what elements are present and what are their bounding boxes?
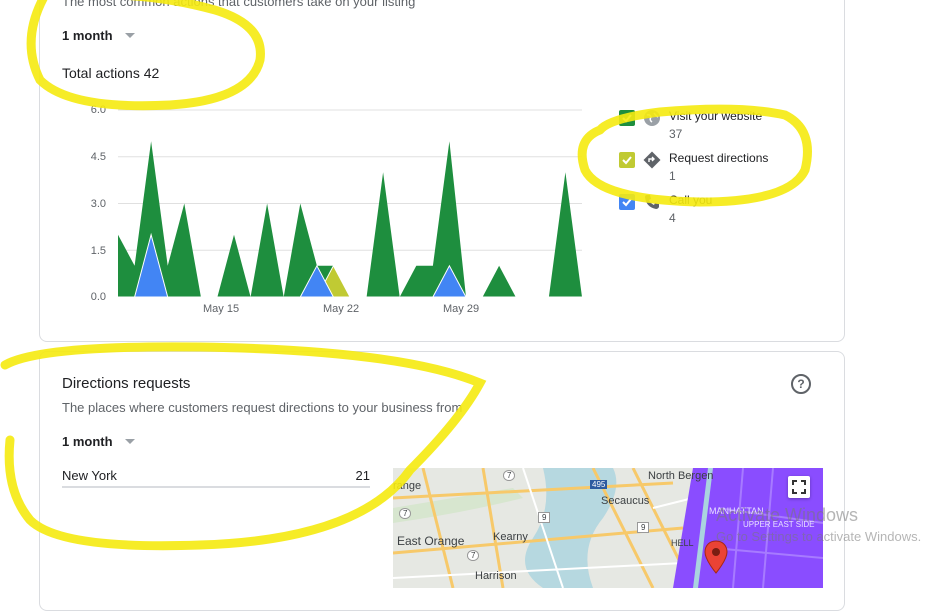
help-icon[interactable]: ? [791, 374, 811, 394]
map-label: HELL [671, 538, 694, 548]
y-tick-label: 0.0 [90, 291, 106, 303]
activation-watermark-subtitle: Go to Settings to activate Windows. [716, 529, 922, 544]
actions-period-dropdown[interactable]: 1 month [62, 28, 135, 43]
activation-watermark-title: Activate Windows [716, 505, 859, 525]
legend-item-calls[interactable]: Call you 4 [619, 193, 712, 225]
legend-count: 37 [669, 127, 683, 141]
map-label: Harrison [475, 570, 517, 582]
checkbox-checked-icon[interactable] [619, 152, 635, 168]
actions-period-label: 1 month [62, 28, 113, 43]
place-row[interactable]: New York 21 [62, 468, 370, 488]
total-actions: Total actions 42 [62, 65, 160, 81]
y-tick-label: 4.5 [90, 151, 106, 163]
directions-map[interactable]: North Bergen Secaucus East Orange Kearny… [393, 468, 823, 588]
legend-label: Call you [669, 193, 713, 207]
caret-down-icon [124, 33, 135, 38]
legend-label: Request directions [669, 151, 769, 165]
road-shield: 495 [590, 480, 608, 489]
road-shield: 9 [637, 522, 650, 533]
x-tick-label: May 22 [323, 303, 360, 315]
y-tick-label: 3.0 [90, 198, 106, 210]
directions-subtitle: The places where customers request direc… [62, 400, 463, 415]
legend-count: 4 [669, 211, 676, 225]
globe-icon [643, 109, 661, 127]
map-label: North Bergen [648, 470, 714, 482]
map-label: Secaucus [601, 495, 650, 507]
fullscreen-button[interactable] [788, 476, 810, 498]
fullscreen-icon [792, 480, 806, 494]
legend-label: Visit your website [669, 109, 763, 123]
directions-title: Directions requests [62, 375, 191, 392]
actions-chart [118, 109, 582, 298]
y-tick-label: 6.0 [90, 104, 106, 116]
legend-item-website[interactable]: Visit your website 37 [619, 109, 762, 141]
series-area-visit-your-website [118, 141, 582, 297]
x-tick-label: May 15 [203, 303, 240, 315]
directions-icon [643, 151, 661, 169]
legend-count: 1 [669, 169, 676, 183]
actions-subtitle: The most common actions that customers t… [62, 0, 416, 9]
directions-period-dropdown[interactable]: 1 month [62, 434, 135, 449]
map-label: Kearny [493, 531, 528, 543]
road-shield: 9 [538, 512, 551, 523]
map-pin-icon[interactable] [704, 540, 728, 574]
caret-down-icon [124, 439, 135, 444]
checkbox-checked-icon[interactable] [619, 110, 635, 126]
place-name: New York [62, 468, 117, 483]
place-count: 21 [355, 468, 370, 483]
legend-item-directions[interactable]: Request directions 1 [619, 151, 768, 183]
map-label: range [393, 480, 422, 492]
x-tick-label: May 29 [443, 303, 480, 315]
chart-series [118, 141, 582, 298]
map-label: East Orange [397, 534, 465, 548]
y-tick-label: 1.5 [90, 245, 106, 257]
directions-period-label: 1 month [62, 434, 113, 449]
phone-icon [643, 193, 661, 211]
checkbox-checked-icon[interactable] [619, 194, 635, 210]
